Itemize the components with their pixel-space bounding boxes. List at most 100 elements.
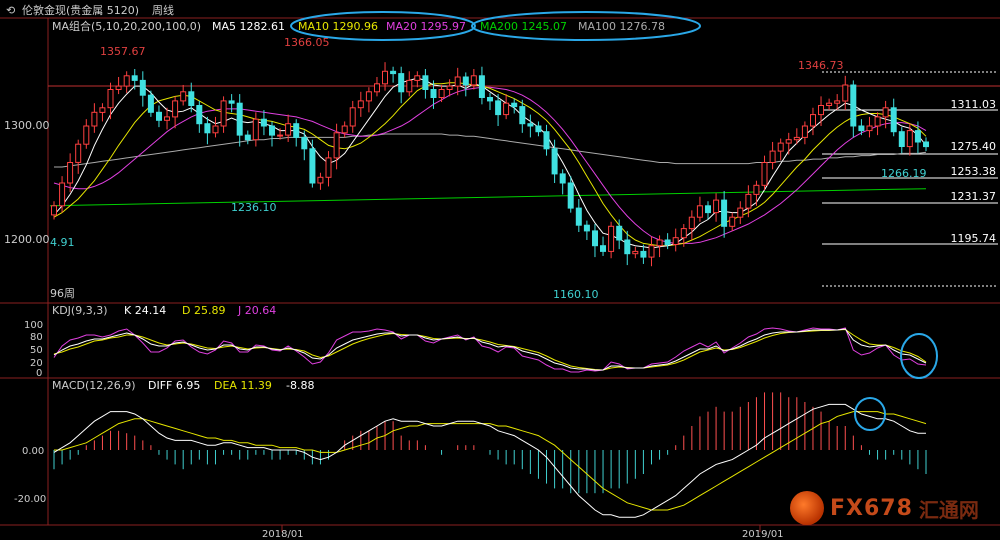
- candle-body: [648, 245, 655, 258]
- candle-body: [212, 125, 219, 134]
- candle-body: [753, 184, 760, 195]
- period-label[interactable]: 周线: [152, 3, 174, 17]
- macd-tick-minus20: -20.00: [14, 494, 46, 505]
- macd-dea-value: DEA 11.39: [214, 379, 272, 392]
- candle-body: [349, 107, 356, 127]
- candle-body: [325, 157, 332, 178]
- candle-body: [777, 142, 784, 152]
- macd-title: MACD(12,26,9): [52, 379, 136, 392]
- level-1275: 1275.40: [951, 140, 997, 153]
- candle-body: [519, 106, 526, 125]
- candle-body: [196, 105, 203, 125]
- candle-body: [462, 76, 469, 86]
- candle-body: [333, 132, 340, 159]
- candle-body: [382, 70, 388, 85]
- gold-weekly-chart[interactable]: ⟲ 伦敦金现(贵金属 5120) 周线 MA组合(5,10,20,200,100…: [0, 0, 1000, 540]
- candle-body: [180, 91, 187, 102]
- annot-low-1236: 1236.10: [231, 201, 277, 214]
- candle-body: [83, 125, 90, 145]
- candle-body: [785, 139, 792, 144]
- macd-tick-0: 0.00: [22, 446, 44, 457]
- candle-body: [810, 114, 816, 127]
- candle-body: [172, 100, 179, 118]
- y-tick-1200: 1200.00: [4, 233, 50, 246]
- highlight-ellipse-kdj: [900, 333, 938, 379]
- kdj-title: KDJ(9,3,3): [52, 304, 108, 317]
- candle-body: [438, 89, 445, 98]
- kdj-k-value: K 24.14: [124, 304, 166, 317]
- candle-body: [75, 143, 82, 163]
- candle-body: [567, 182, 574, 209]
- ma-group-label: MA组合(5,10,20,200,100,0): [52, 19, 201, 33]
- macd-diff-value: DIFF 6.95: [148, 379, 200, 392]
- legend-ma100: MA100 1276.78: [578, 20, 665, 33]
- candle-body: [600, 245, 606, 252]
- candle-body: [801, 125, 808, 138]
- fx678-logo-icon: [790, 491, 824, 525]
- candle-body: [285, 123, 292, 136]
- level-1195: 1195.74: [951, 232, 997, 245]
- candle-body: [115, 85, 122, 90]
- candle-body: [131, 75, 138, 81]
- chart-header: ⟲ 伦敦金现(贵金属 5120) 周线: [6, 3, 174, 17]
- watermark-fx678: FX678: [830, 495, 913, 521]
- level-1253: 1253.38: [951, 165, 997, 178]
- candle-body: [713, 199, 720, 214]
- annot-high-1346: 1346.73: [798, 59, 844, 72]
- candle-body: [495, 100, 502, 116]
- candle-body: [236, 102, 243, 136]
- instrument-title: 伦敦金现(贵金属 5120): [22, 3, 139, 17]
- highlight-ellipse-macd: [854, 397, 886, 431]
- level-1311: 1311.03: [951, 98, 997, 111]
- candle-body: [309, 148, 316, 184]
- candle-body: [680, 228, 687, 239]
- panel-frames: [0, 17, 1000, 526]
- x-axis: 2018/01 2019/01: [262, 525, 784, 540]
- candle-body: [688, 216, 695, 230]
- candle-body: [430, 89, 437, 98]
- candle-body: [341, 125, 348, 134]
- candle-body: [632, 250, 639, 255]
- kdj-d-value: D 25.89: [182, 304, 225, 317]
- candle-body: [317, 176, 324, 184]
- candle-body: [301, 136, 308, 150]
- kdj-y-axis: 100 80 50 20 0: [24, 320, 43, 379]
- candle-body: [527, 123, 534, 127]
- candle-body: [535, 125, 542, 133]
- candle-body: [59, 182, 66, 207]
- macd-legend: MACD(12,26,9) DIFF 6.95 DEA 11.39 -8.88: [52, 379, 314, 392]
- x-tick-2019-01: 2019/01: [742, 529, 784, 540]
- macd-hist-value: -8.88: [286, 379, 314, 392]
- annot-high-1357: 1357.67: [100, 45, 146, 58]
- back-arrow-icon[interactable]: ⟲: [6, 4, 15, 17]
- candle-body: [543, 131, 550, 150]
- candle-body: [244, 134, 251, 141]
- candle-body: [164, 116, 170, 121]
- candle-body: [139, 79, 146, 96]
- candle-body: [721, 199, 728, 227]
- candle-body: [592, 230, 598, 247]
- fx678-watermark: FX678 汇通网: [790, 488, 990, 528]
- candle-body: [834, 100, 841, 104]
- candle-body: [640, 250, 647, 258]
- candle-body: [608, 225, 615, 252]
- candle-body: [890, 107, 897, 133]
- candle-body: [99, 107, 106, 113]
- candle-body: [575, 207, 582, 226]
- candle-body: [551, 148, 558, 175]
- candle-body: [511, 102, 518, 108]
- main-price-plot: [49, 62, 929, 267]
- candle-body: [583, 224, 590, 232]
- candle-body: [293, 123, 300, 138]
- watermark-huitong: 汇通网: [918, 497, 979, 522]
- candle-body: [624, 239, 631, 255]
- candle-body: [874, 116, 881, 127]
- candle-body: [616, 225, 623, 241]
- candle-body: [91, 111, 98, 127]
- legend-ma5: MA5 1282.61: [212, 20, 285, 33]
- candle-body: [398, 73, 405, 93]
- legend-ma200: MA200 1245.07: [480, 20, 567, 33]
- candle-body: [923, 141, 929, 148]
- candle-body: [559, 173, 566, 184]
- macd-y-axis: 0.00 -20.00: [14, 446, 46, 505]
